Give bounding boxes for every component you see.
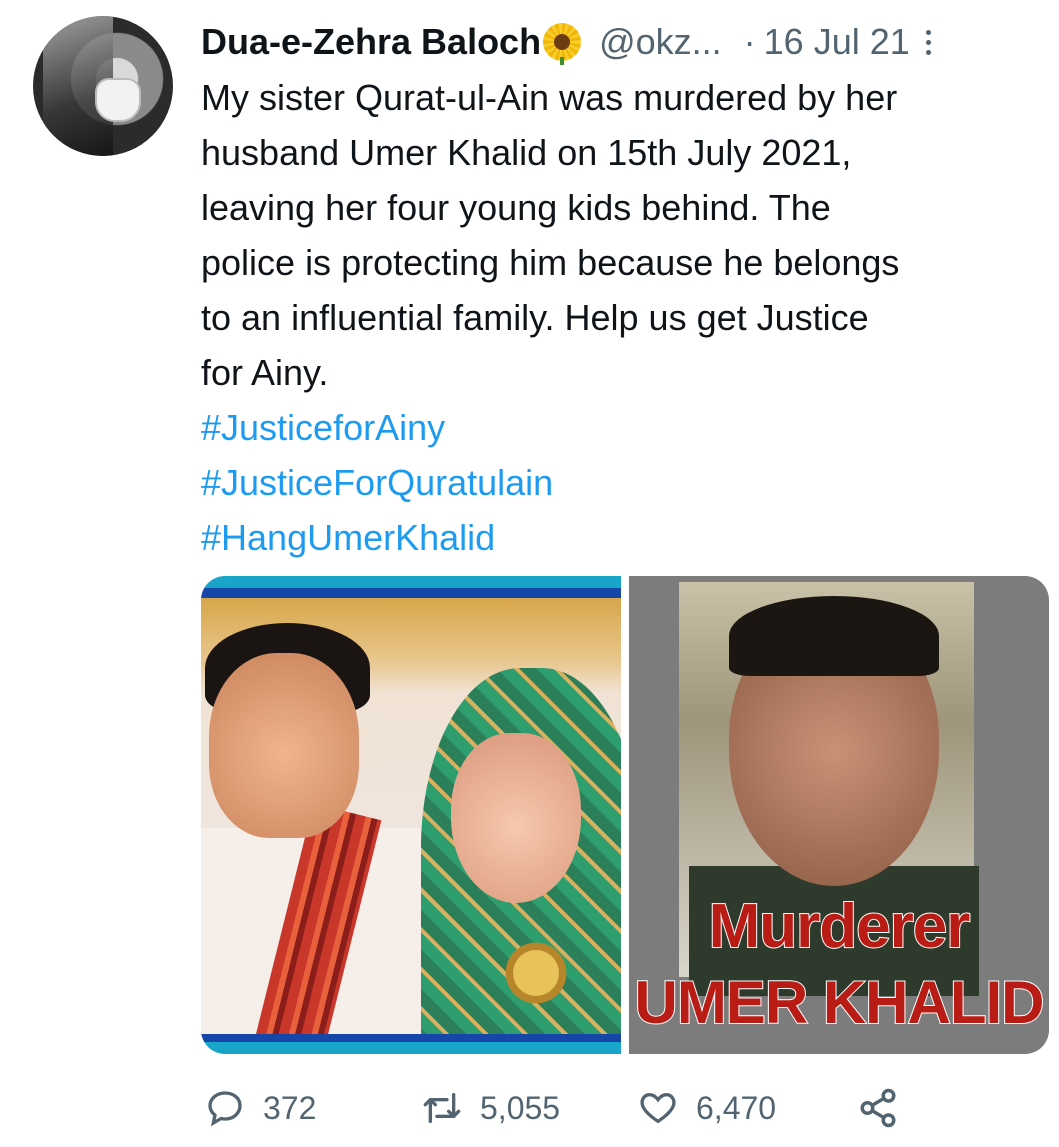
reply-button[interactable]: 372 bbox=[205, 1088, 316, 1128]
photo-caption-line2: UMER KHALID bbox=[634, 968, 1046, 1037]
tweet-media: Murderer UMER KHALID bbox=[201, 576, 1049, 1054]
like-button[interactable]: 6,470 bbox=[638, 1088, 776, 1128]
hashtag-link[interactable]: #JusticeForQuratulain bbox=[201, 455, 1041, 510]
retweet-icon bbox=[423, 1093, 461, 1123]
avatar-face-mask bbox=[95, 78, 141, 122]
user-handle[interactable]: @okz... bbox=[599, 21, 722, 63]
separator-dot: · bbox=[743, 21, 756, 62]
more-vertical-icon[interactable] bbox=[925, 24, 931, 60]
photo-caption-line1: Murderer bbox=[708, 891, 972, 962]
tweet-body: My sister Qurat-ul-Ain was murdered by h… bbox=[201, 70, 1041, 565]
media-photo-wedding[interactable] bbox=[201, 576, 621, 1054]
media-photo-portrait[interactable]: Murderer UMER KHALID bbox=[629, 576, 1049, 1054]
display-name[interactable]: Dua-e-Zehra Baloch bbox=[201, 21, 541, 63]
heart-icon bbox=[640, 1092, 676, 1124]
hashtag-list: #JusticeforAiny #JusticeForQuratulain #H… bbox=[201, 400, 1041, 565]
reply-icon bbox=[208, 1091, 242, 1127]
tweet-text: My sister Qurat-ul-Ain was murdered by h… bbox=[201, 77, 900, 393]
retweet-button[interactable]: 5,055 bbox=[422, 1088, 560, 1128]
reply-count: 372 bbox=[263, 1089, 317, 1126]
avatar[interactable] bbox=[33, 16, 173, 156]
retweet-count: 5,055 bbox=[480, 1089, 561, 1126]
sunflower-icon bbox=[543, 23, 582, 65]
like-count: 6,470 bbox=[696, 1089, 777, 1126]
share-button[interactable] bbox=[857, 1087, 899, 1129]
tweet-date[interactable]: 16 Jul 21 bbox=[764, 21, 910, 63]
hashtag-link[interactable]: #JusticeforAiny bbox=[201, 400, 1041, 455]
tweet-actions: 372 5,055 6,470 bbox=[201, 1080, 1041, 1136]
hashtag-link[interactable]: #HangUmerKhalid bbox=[201, 510, 1041, 565]
share-icon bbox=[860, 1088, 896, 1128]
tweet-header: Dua-e-Zehra Baloch @okz... · 16 Jul 21 bbox=[201, 14, 1031, 70]
